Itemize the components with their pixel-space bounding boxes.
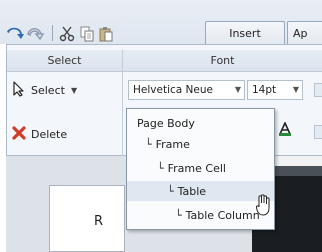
tab-insert-label: Insert xyxy=(229,26,261,40)
menu-item-label: Page Body xyxy=(137,116,195,130)
font-color-icon[interactable] xyxy=(278,121,292,139)
tab-appearance[interactable]: Ap xyxy=(287,21,322,44)
menu-item-label: Frame Cell xyxy=(167,161,226,175)
page-thumbnail[interactable] xyxy=(49,185,125,252)
chevron-down-icon: ▼ xyxy=(292,85,299,94)
select-group-header: Select xyxy=(7,50,122,72)
chevron-down-icon: ▼ xyxy=(234,85,241,94)
font-family-value: Helvetica Neue xyxy=(133,84,213,96)
delete-x-icon xyxy=(12,125,31,143)
menu-item-label: Table Column xyxy=(185,208,260,222)
mouse-pointer-icon xyxy=(255,193,274,220)
cut-icon[interactable] xyxy=(59,26,77,42)
menu-item-frame[interactable]: └ Frame xyxy=(127,134,274,154)
copy-icon[interactable] xyxy=(79,26,97,42)
select-group-title: Select xyxy=(47,54,82,67)
font-family-select[interactable]: Helvetica Neue ▼ xyxy=(128,80,245,100)
tree-branch-icon: └ xyxy=(145,137,152,151)
tree-branch-icon: └ xyxy=(175,208,182,222)
delete-button-label: Delete xyxy=(31,127,68,141)
tree-branch-icon: └ xyxy=(157,161,164,175)
paste-icon[interactable] xyxy=(98,26,116,42)
menu-item-table[interactable]: └ Table xyxy=(127,181,274,201)
tab-insert[interactable]: Insert xyxy=(205,21,285,44)
chevron-down-icon: ▼ xyxy=(70,85,78,95)
page-text: R xyxy=(94,214,104,229)
menu-item-frame-cell[interactable]: └ Frame Cell xyxy=(127,158,274,178)
undo-icon[interactable] xyxy=(6,26,24,42)
menu-item-label: Table xyxy=(177,184,207,198)
select-button[interactable]: Select ▼ xyxy=(12,79,77,101)
tab-appearance-label: Ap xyxy=(293,26,308,40)
menu-item-table-column[interactable]: └ Table Column xyxy=(127,205,274,225)
menu-item-page-body[interactable]: Page Body xyxy=(127,113,274,133)
toolbar-separator xyxy=(52,25,53,41)
ribbon-overflow-button[interactable] xyxy=(314,83,322,97)
font-size-select[interactable]: 14pt ▼ xyxy=(247,80,303,100)
element-hierarchy-menu: Page Body └ Frame └ Frame Cell └ Table └… xyxy=(126,108,275,230)
redo-icon[interactable] xyxy=(27,26,45,42)
font-group-title: Font xyxy=(210,54,235,67)
delete-button[interactable]: Delete xyxy=(12,123,67,145)
font-size-value: 14pt xyxy=(252,84,277,96)
select-button-label: Select xyxy=(31,83,65,97)
menu-item-label: Frame xyxy=(155,137,190,151)
quick-access-toolbar: Insert Ap xyxy=(0,0,322,44)
ribbon-overflow-button[interactable] xyxy=(314,125,322,139)
select-arrow-icon xyxy=(12,80,31,100)
tree-branch-icon: └ xyxy=(167,184,174,198)
font-group-header: Font xyxy=(123,50,322,72)
